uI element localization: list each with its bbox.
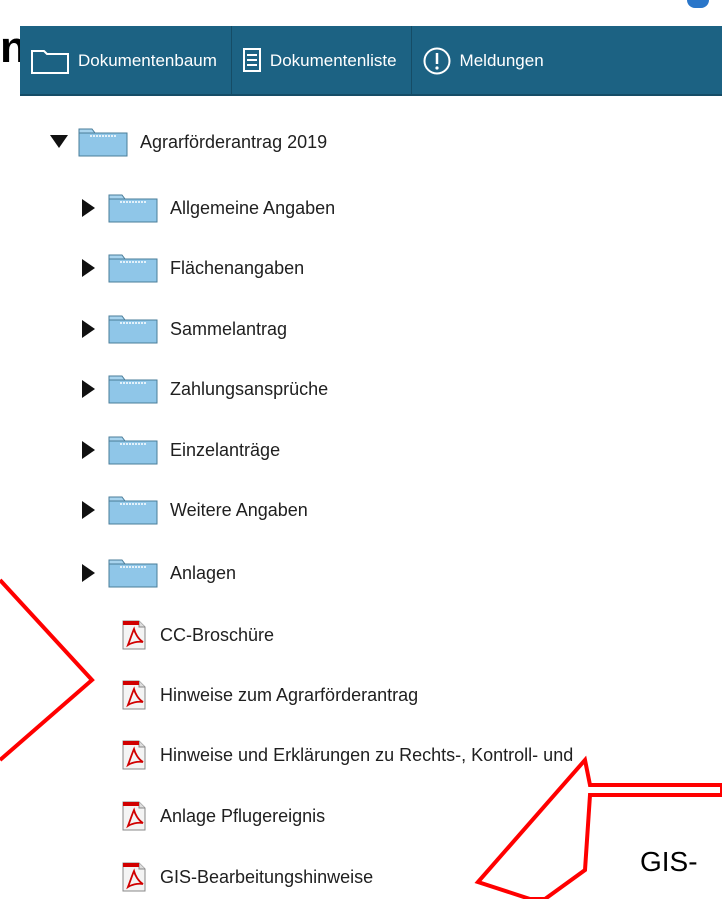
tree-document-label: Anlage Pflugereignis [160,805,326,826]
tree-folder-label: Einzelanträge [170,439,281,460]
caret-right-icon[interactable] [80,259,98,277]
top-toolbar: Dokumentenbaum Dokumentenliste Meldungen [20,26,722,96]
tree-folder-item[interactable]: Sammelantrag [80,309,287,349]
tree-document-item[interactable]: CC-Broschüre [120,615,274,655]
meldungen-label: Meldungen [459,51,544,70]
caret-right-icon[interactable] [80,380,98,398]
folder-icon [108,559,158,588]
tree-folder-label: Anlagen [170,562,237,583]
pdf-icon [122,862,146,892]
top-edge-shape [687,0,709,8]
tree-folder-item[interactable]: Weitere Angaben [80,490,308,530]
meldungen-button[interactable]: Meldungen [412,26,558,96]
folder-icon [108,194,158,223]
pdf-icon [122,620,146,650]
tree-root-item[interactable]: Agrarförderantrag 2019 [50,122,327,162]
dokumentenbaum-label: Dokumentenbaum [78,51,217,70]
caret-right-icon[interactable] [80,320,98,338]
tree-folder-item[interactable]: Flächenangaben [80,248,304,288]
folder-icon [108,315,158,344]
folder-icon [108,375,158,404]
tree-document-label: GIS-Bearbeitungshinweise [160,866,374,887]
tree-folder-item[interactable]: Allgemeine Angaben [80,188,335,228]
folder-icon [108,254,158,283]
caret-right-icon[interactable] [80,501,98,519]
pdf-icon [122,740,146,770]
tree-document-item[interactable]: Hinweise und Erklärungen zu Rechts-, Kon… [120,735,573,775]
caret-right-icon[interactable] [80,564,98,582]
pdf-icon [122,680,146,710]
exclamation-circle-icon [422,46,452,76]
caret-right-icon[interactable] [80,441,98,459]
folder-icon [108,496,158,525]
tree-folder-item[interactable]: Zahlungsansprüche [80,369,328,409]
pdf-icon [122,801,146,831]
annotation-arrow-left [0,578,95,762]
tree-folder-item[interactable]: Anlagen [80,553,236,593]
annotation-arrow-bottom [474,755,722,899]
annotation-text: GIS- [640,846,698,877]
tree-folder-label: Allgemeine Angaben [170,197,336,218]
tree-folder-item[interactable]: Einzelanträge [80,430,280,470]
tree-root-label: Agrarförderantrag 2019 [140,131,328,152]
list-document-icon [242,47,262,75]
tree-document-item[interactable]: GIS-Bearbeitungshinweise [120,857,373,897]
caret-down-icon[interactable] [50,133,68,151]
tree-document-label: Hinweise zum Agrarförderantrag [160,684,419,705]
folder-icon [108,436,158,465]
caret-right-icon[interactable] [80,199,98,217]
tree-folder-label: Weitere Angaben [170,499,308,520]
tree-document-label: Hinweise und Erklärungen zu Rechts-, Kon… [160,744,574,765]
folder-icon [78,128,128,157]
dokumentenliste-label: Dokumentenliste [269,51,397,70]
dokumentenbaum-button[interactable]: Dokumentenbaum [20,26,232,96]
tree-folder-label: Sammelantrag [170,318,288,339]
tree-folder-label: Flächenangaben [170,257,305,278]
tree-document-item[interactable]: Hinweise zum Agrarförderantrag [120,675,418,715]
tree-folder-label: Zahlungsansprüche [170,378,329,399]
tree-document-label: CC-Broschüre [160,624,275,645]
folder-outline-icon [30,47,70,75]
dokumentenliste-button[interactable]: Dokumentenliste [232,26,412,96]
tree-document-item[interactable]: Anlage Pflugereignis [120,796,325,836]
